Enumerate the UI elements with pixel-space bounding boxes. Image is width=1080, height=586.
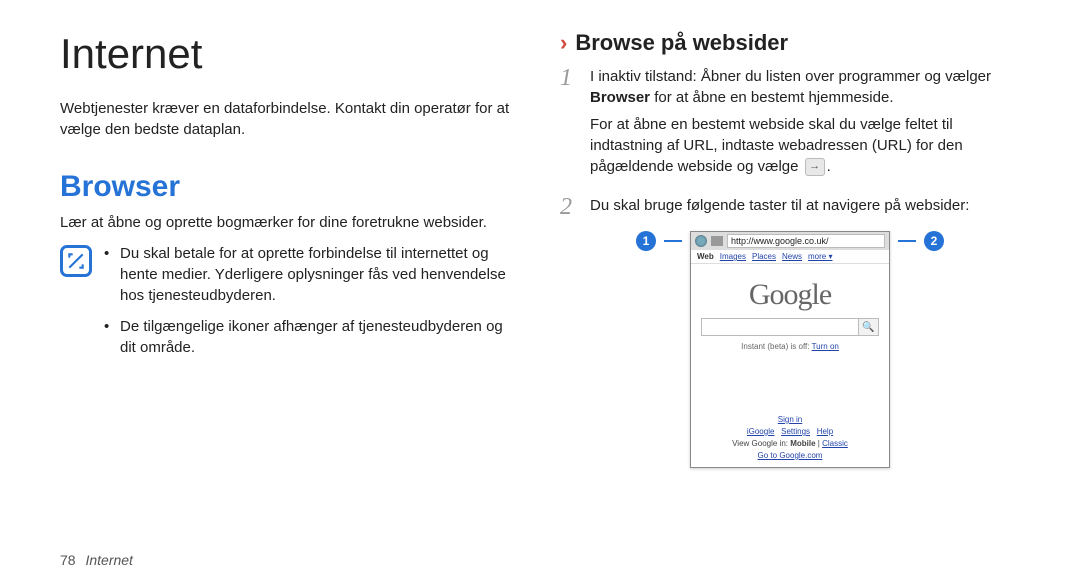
callout-line-right (898, 240, 916, 242)
tab-web: Web (697, 252, 714, 261)
section-description: Lær at åbne og oprette bogmærker for din… (60, 212, 520, 233)
page-footer: 78 Internet (60, 552, 133, 568)
instant-link: Turn on (812, 342, 839, 351)
url-field: http://www.google.co.uk/ (727, 234, 885, 248)
note-bullet-2: De tilgængelige ikoner afhænger af tjene… (104, 316, 520, 358)
step-2-text: Du skal bruge følgende taster til at nav… (590, 195, 1020, 216)
step-1-text: I inaktiv tilstand: Åbner du listen over… (590, 66, 1020, 183)
tab-places: Places (752, 252, 776, 261)
step-1: 1 I inaktiv tilstand: Åbner du listen ov… (560, 66, 1020, 183)
callout-badge-1: 1 (636, 231, 656, 251)
google-logo: Google (749, 278, 831, 311)
step1-p2-end: . (827, 158, 831, 175)
step1-text-a: I inaktiv tilstand: Åbner du listen over… (590, 68, 991, 85)
intro-text: Webtjenester kræver en dataforbindelse. … (60, 98, 520, 140)
view-prefix: View Google in: (732, 439, 790, 448)
footer-link-help: Help (817, 427, 833, 436)
tab-news: News (782, 252, 802, 261)
footer-section: Internet (85, 552, 132, 568)
note-block: Du skal betale for at oprette forbindels… (60, 243, 520, 368)
globe-icon (695, 235, 707, 247)
subsection-header: › Browse på websider (560, 30, 1020, 56)
subsection-title: Browse på websider (575, 30, 788, 56)
search-button-icon: 🔍 (859, 318, 879, 336)
search-input-box (701, 318, 859, 336)
step1-p2: For at åbne en bestemt webside skal du v… (590, 116, 963, 175)
note-bullet-1: Du skal betale for at oprette forbindels… (104, 243, 520, 306)
phone-url-bar: http://www.google.co.uk/ (691, 232, 889, 250)
step-2: 2 Du skal bruge følgende taster til at n… (560, 195, 1020, 219)
view-mode-row: View Google in: Mobile | Classic (695, 439, 885, 448)
step-number-2: 2 (560, 195, 580, 219)
page-title: Internet (60, 30, 520, 78)
note-bullet-list: Du skal betale for at oprette forbindels… (104, 243, 520, 368)
footer-link-settings: Settings (781, 427, 810, 436)
google-search: 🔍 (701, 318, 879, 336)
phone-screenshot: http://www.google.co.uk/ Web Images Plac… (690, 231, 890, 468)
view-mobile: Mobile (790, 439, 815, 448)
instant-text: Instant (beta) is off: Turn on (691, 342, 889, 351)
callout-line-left (664, 240, 682, 242)
signin-link: Sign in (695, 415, 885, 424)
footer-link-igoogle: iGoogle (747, 427, 775, 436)
footer-links-row: iGoogle Settings Help (695, 427, 885, 436)
goto-link: Go to Google.com (695, 451, 885, 460)
step-number-1: 1 (560, 66, 580, 90)
windows-icon (711, 236, 723, 246)
screenshot-with-callouts: 1 http://www.google.co.uk/ Web Images Pl… (560, 231, 1020, 468)
tab-images: Images (720, 252, 746, 261)
go-arrow-icon (805, 158, 825, 176)
view-classic: Classic (822, 439, 848, 448)
instant-prefix: Instant (beta) is off: (741, 342, 811, 351)
step1-text-b: for at åbne en bestemt hjemmeside. (650, 89, 893, 106)
page-number: 78 (60, 552, 76, 568)
section-title-browser: Browser (60, 170, 520, 204)
phone-footer: Sign in iGoogle Settings Help View Googl… (691, 411, 889, 467)
chevron-right-icon: › (560, 30, 567, 56)
callout-badge-2: 2 (924, 231, 944, 251)
step1-bold: Browser (590, 89, 650, 106)
note-icon (60, 245, 92, 277)
phone-tabs: Web Images Places News more ▾ (691, 250, 889, 264)
tab-more: more ▾ (808, 252, 832, 261)
